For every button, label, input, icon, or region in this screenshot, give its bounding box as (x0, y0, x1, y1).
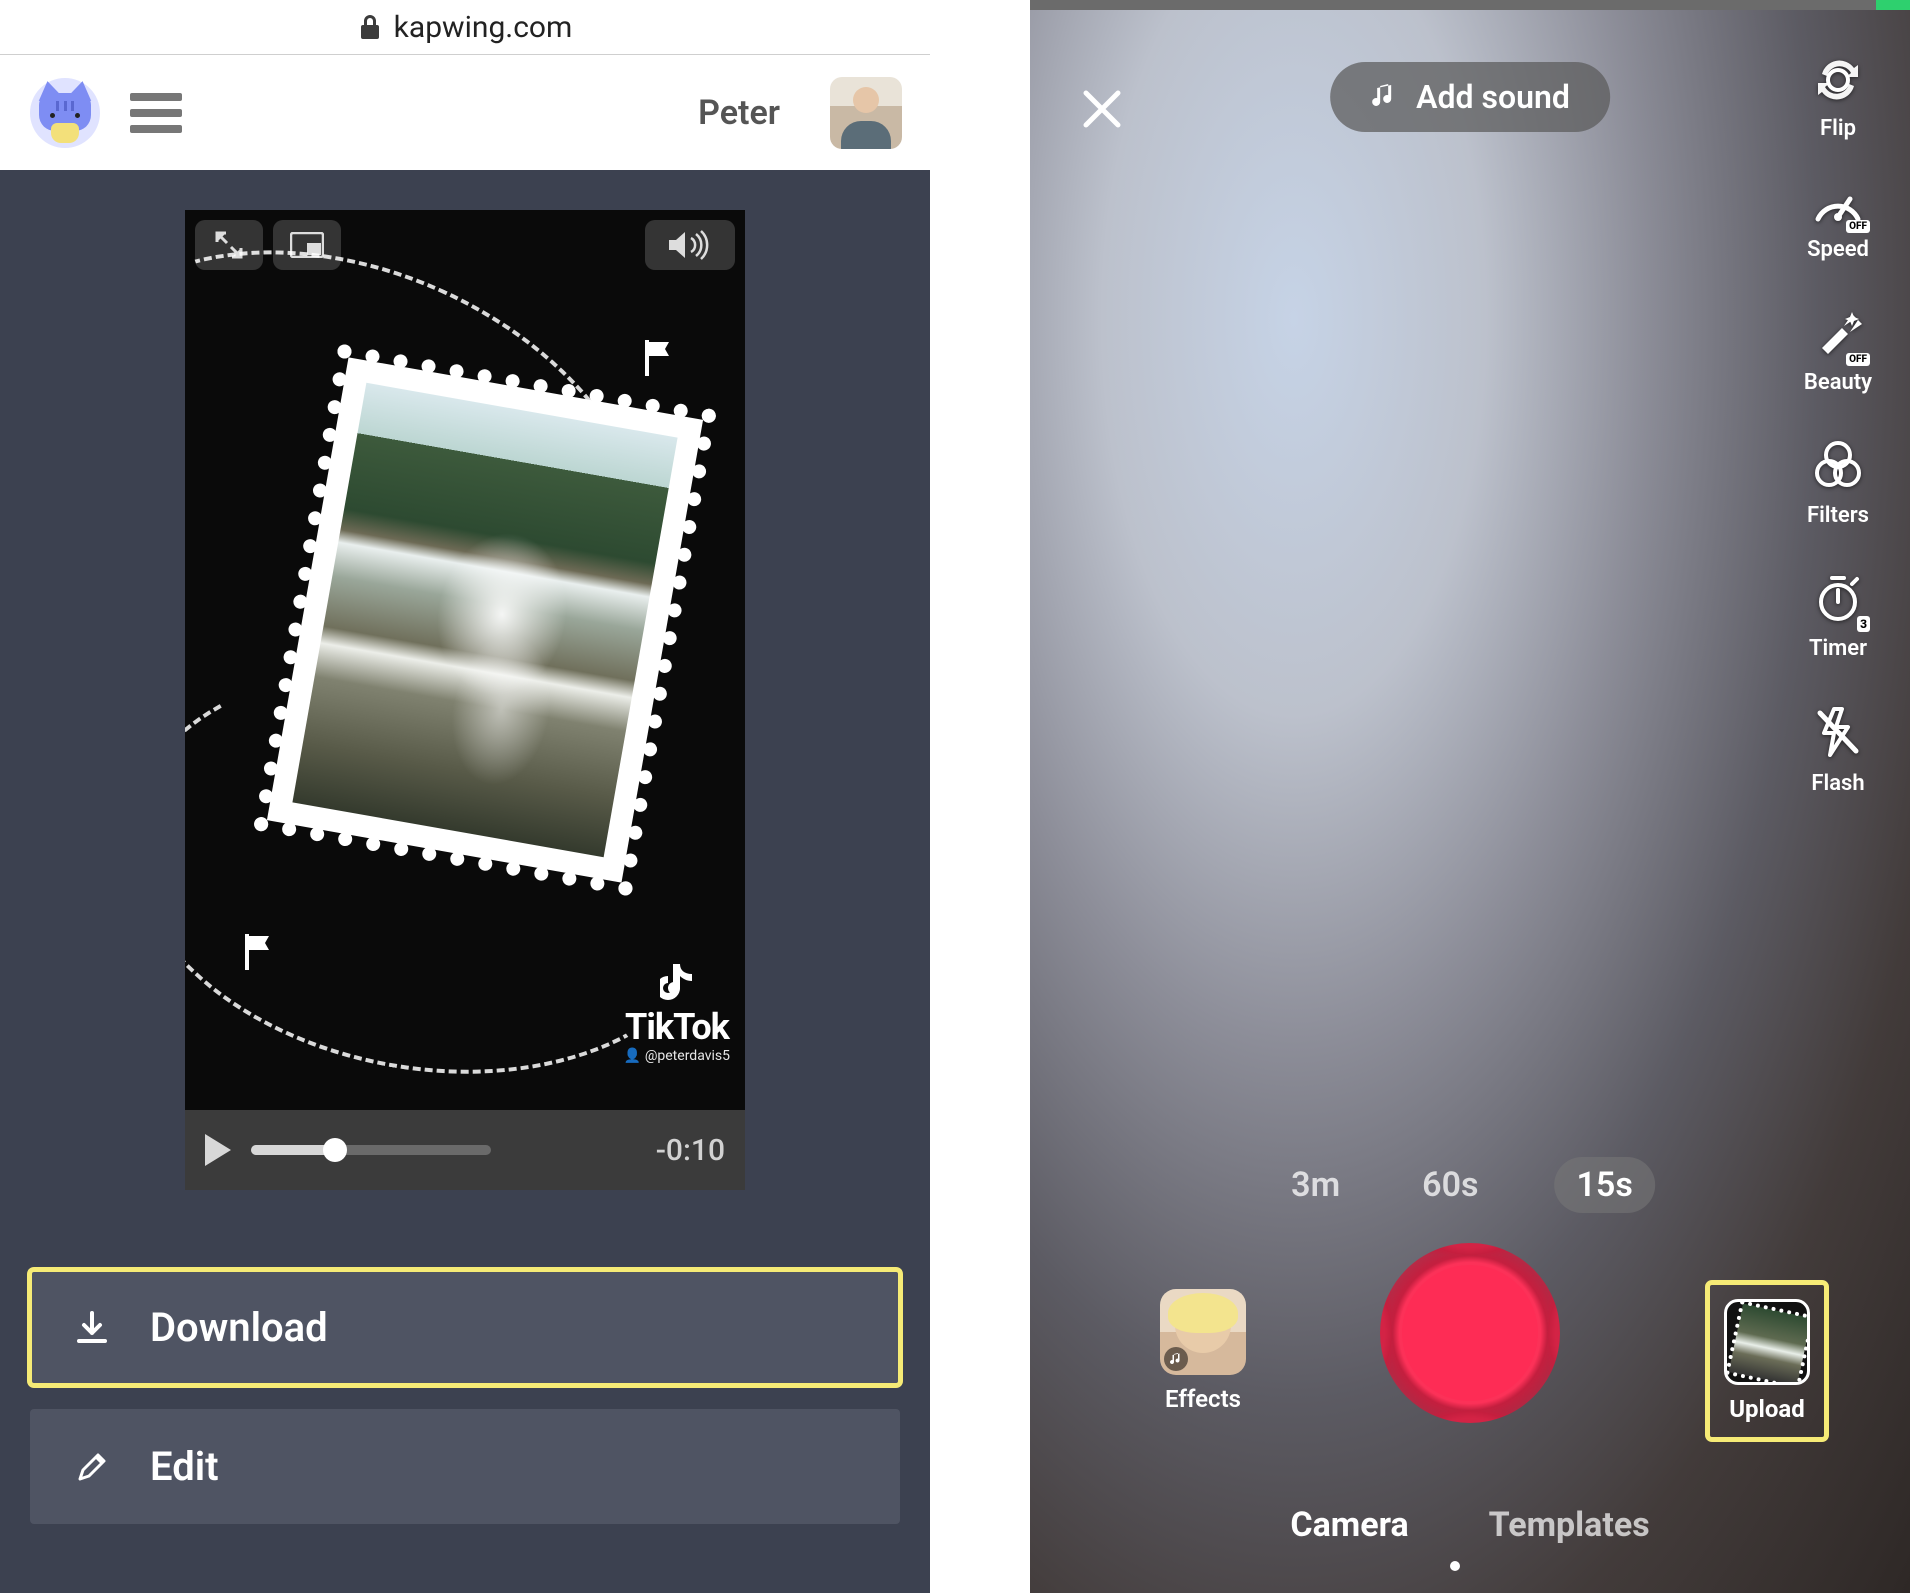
duration-option-60s[interactable]: 60s (1416, 1157, 1484, 1213)
tool-label: Flip (1820, 116, 1856, 141)
decoration-flag (645, 340, 675, 376)
seek-slider[interactable] (251, 1145, 491, 1155)
add-sound-label: Add sound (1416, 78, 1570, 116)
upload-button[interactable]: Upload (1710, 1285, 1824, 1437)
record-icon (1402, 1265, 1538, 1401)
mode-tabs: Camera Templates (1290, 1505, 1649, 1545)
username-label: Peter (698, 93, 780, 133)
timer-icon (1812, 572, 1864, 624)
hamburger-icon[interactable] (130, 93, 182, 133)
effects-button[interactable]: Effects (1160, 1289, 1246, 1413)
tiktok-watermark: TikTok 👤 @peterdavis5 (624, 964, 730, 1064)
volume-button[interactable] (645, 220, 735, 270)
browser-url-bar: kapwing.com (0, 0, 930, 55)
tool-filters[interactable]: Filters (1807, 439, 1869, 528)
mode-indicator-dot (1450, 1561, 1460, 1571)
timer-badge: 3 (1857, 616, 1870, 632)
download-button[interactable]: Download (30, 1270, 900, 1385)
close-icon (1078, 85, 1126, 133)
off-badge: OFF (1846, 353, 1870, 366)
flash-off-icon (1814, 705, 1862, 759)
user-avatar[interactable] (830, 77, 902, 149)
duration-option-15s[interactable]: 15s (1554, 1157, 1654, 1213)
tool-label: Speed (1807, 237, 1869, 262)
edit-label: Edit (150, 1443, 219, 1490)
flip-icon (1812, 52, 1864, 104)
url-text: kapwing.com (394, 10, 573, 45)
upload-label: Upload (1724, 1395, 1810, 1423)
lock-icon (358, 13, 382, 41)
mode-templates[interactable]: Templates (1489, 1505, 1650, 1545)
kapwing-logo[interactable] (30, 78, 100, 148)
mode-camera[interactable]: Camera (1290, 1505, 1408, 1545)
pencil-icon (74, 1449, 110, 1485)
kapwing-header: Peter (0, 55, 930, 170)
action-buttons: Download Edit (30, 1270, 900, 1524)
effects-label: Effects (1160, 1385, 1246, 1413)
beauty-icon (1812, 306, 1864, 358)
close-button[interactable] (1078, 85, 1126, 137)
timecode: -0:10 (656, 1133, 725, 1168)
tool-label: Flash (1811, 771, 1864, 796)
duration-selector: 3m 60s 15s (1285, 1157, 1655, 1213)
tool-beauty[interactable]: OFF Beauty (1804, 306, 1872, 395)
volume-icon (667, 230, 713, 260)
video-playbar: -0:10 (185, 1110, 745, 1190)
tiktok-camera-panel: Add sound Flip OFF Speed OFF Beauty (1030, 0, 1910, 1593)
record-button[interactable] (1380, 1243, 1560, 1423)
tool-label: Timer (1809, 636, 1867, 661)
tool-speed[interactable]: OFF Speed (1807, 185, 1869, 262)
kapwing-panel: kapwing.com Peter (0, 0, 930, 1593)
status-bar (1030, 0, 1910, 10)
tiktok-logo-icon (660, 964, 694, 1002)
watermark-brand: TikTok (624, 1006, 730, 1048)
speed-icon (1812, 185, 1864, 225)
download-label: Download (150, 1304, 328, 1351)
off-badge: OFF (1846, 220, 1870, 233)
camera-tools: Flip OFF Speed OFF Beauty Filters (1788, 52, 1888, 796)
video-preview: TikTok 👤 @peterdavis5 -0:10 (185, 210, 745, 1190)
filters-icon (1812, 439, 1864, 491)
music-badge-icon (1164, 1347, 1188, 1371)
tool-flip[interactable]: Flip (1812, 52, 1864, 141)
decoration-flag (245, 934, 275, 970)
duration-option-3m[interactable]: 3m (1285, 1157, 1346, 1213)
effects-thumbnail (1160, 1289, 1246, 1375)
music-note-icon (1370, 82, 1400, 112)
tool-label: Beauty (1804, 370, 1872, 395)
add-sound-button[interactable]: Add sound (1330, 62, 1610, 132)
download-icon (74, 1310, 110, 1346)
tool-label: Filters (1807, 503, 1869, 528)
play-button[interactable] (205, 1134, 231, 1166)
watermark-handle: @peterdavis5 (645, 1048, 730, 1064)
editor-area: TikTok 👤 @peterdavis5 -0:10 Download (0, 170, 930, 1593)
upload-thumbnail (1724, 1299, 1810, 1385)
edit-button[interactable]: Edit (30, 1409, 900, 1524)
tool-timer[interactable]: 3 Timer (1809, 572, 1867, 661)
tool-flash[interactable]: Flash (1811, 705, 1864, 796)
